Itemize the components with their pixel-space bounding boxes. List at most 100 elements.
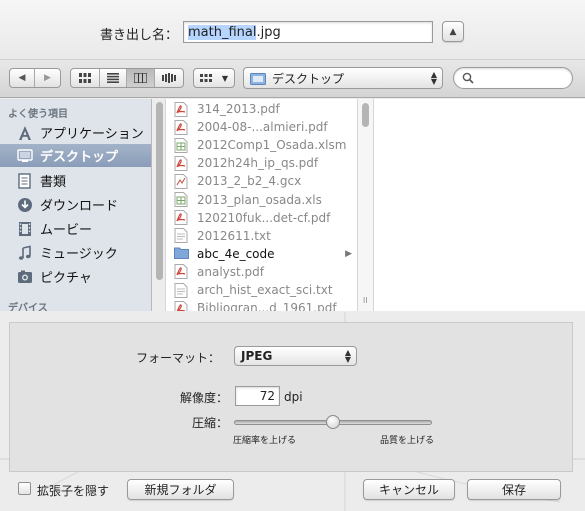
location-popup[interactable]: デスクトップ ▲ ▼ xyxy=(243,67,443,89)
back-arrow-icon: ◀ xyxy=(18,73,26,83)
txt-file-icon xyxy=(174,228,188,244)
back-forward-control: ◀ ▶ xyxy=(9,68,61,88)
sidebar-item-desktop[interactable]: デスクトップ xyxy=(0,144,151,167)
preview-column xyxy=(374,99,585,311)
view-mode-control xyxy=(70,68,184,88)
pdf-file-icon xyxy=(174,155,188,171)
pdf-file-icon xyxy=(174,101,188,117)
arrange-grid-icon xyxy=(200,73,212,82)
sidebar-item-music[interactable]: ミュージック xyxy=(0,241,151,264)
movies-icon xyxy=(16,221,34,237)
dropdown-triangle-icon: ▼ xyxy=(221,74,228,83)
resolution-unit: dpi xyxy=(284,390,303,404)
file-name: 314_2013.pdf xyxy=(197,102,280,116)
file-name: 2013_plan_osada.xls xyxy=(197,192,322,207)
search-field[interactable] xyxy=(453,67,573,89)
file-row[interactable]: 2012Comp1_Osada.xlsm xyxy=(166,136,357,154)
cancel-button[interactable]: キャンセル xyxy=(363,479,455,500)
coverflow-icon xyxy=(161,73,176,83)
file-column-scrollbar[interactable]: ll xyxy=(358,99,374,311)
forward-button[interactable]: ▶ xyxy=(35,69,60,87)
sidebar-item-movies[interactable]: ムービー xyxy=(0,217,151,240)
favorites-header: よく使う項目 xyxy=(8,109,68,120)
applications-icon xyxy=(16,125,34,141)
txt-file-icon xyxy=(174,282,188,298)
icon-grid-icon xyxy=(78,73,91,83)
resolution-field[interactable]: 72 xyxy=(235,386,280,406)
file-row[interactable]: 2013_2_b2_4.gcx xyxy=(166,172,357,190)
file-name: 2012Comp1_Osada.xlsm xyxy=(197,138,347,153)
column-view-button[interactable] xyxy=(127,69,155,87)
filename-field[interactable]: math_final.jpg xyxy=(183,21,433,43)
file-row[interactable]: Bibliogran...d_1961.pdf xyxy=(166,299,357,311)
file-row[interactable]: 314_2013.pdf xyxy=(166,100,357,118)
folder-row[interactable]: abc_4e_code ▶ xyxy=(166,245,357,263)
list-view-button[interactable] xyxy=(100,69,128,87)
coverflow-view-button[interactable] xyxy=(155,69,183,87)
pdf-file-icon xyxy=(174,119,188,135)
file-row[interactable]: 120210fuk...det-cf.pdf xyxy=(166,209,357,227)
sidebar-item-downloads[interactable]: ダウンロード xyxy=(0,193,151,216)
browser-toolbar: ◀ ▶ ▼ デスクトップ ▲ ▼ xyxy=(0,60,585,98)
file-row[interactable]: 2004-08-...almieri.pdf xyxy=(166,118,357,136)
file-row[interactable]: 2012h24h_ip_qs.pdf xyxy=(166,154,357,172)
updown-arrows-icon: ▲ ▼ xyxy=(430,70,437,86)
sidebar-item-label: 書類 xyxy=(40,175,67,190)
music-icon xyxy=(16,245,34,261)
resolution-label: 解像度： xyxy=(180,391,229,405)
disclosure-arrow-icon: ▶ xyxy=(345,248,352,259)
file-name: 2013_2_b2_4.gcx xyxy=(197,174,302,189)
sidebar-item-label: ピクチャ xyxy=(40,271,92,286)
search-icon xyxy=(462,72,474,84)
compression-slider[interactable] xyxy=(234,415,432,429)
sidebar-scrollbar[interactable] xyxy=(152,99,166,311)
pdf-file-icon xyxy=(174,300,188,311)
sidebar: よく使う項目 アプリケーション デスクトップ 書類 ダウンロード ムービー ミュ… xyxy=(0,99,152,311)
format-label: フォーマット： xyxy=(136,351,221,365)
desktop-icon xyxy=(16,148,34,164)
icon-view-button[interactable] xyxy=(71,69,100,87)
sidebar-item-applications[interactable]: アプリケーション xyxy=(0,121,151,144)
xls-file-icon xyxy=(174,192,188,207)
compression-max-label: 品質を上げる xyxy=(380,436,435,446)
documents-icon xyxy=(16,172,34,189)
sidebar-item-pictures[interactable]: ピクチャ xyxy=(0,265,151,288)
devices-header: デバイス xyxy=(8,303,48,311)
downloads-icon xyxy=(16,197,34,213)
file-row[interactable]: analyst.pdf xyxy=(166,263,357,281)
compression-slider-knob[interactable] xyxy=(326,415,340,429)
file-name: Bibliogran...d_1961.pdf xyxy=(197,301,337,311)
sidebar-item-label: ダウンロード xyxy=(40,199,119,214)
arrange-menu[interactable]: ▼ xyxy=(193,68,235,88)
format-options-panel: フォーマット： JPEG ▲ ▼ 解像度： 72 dpi 圧縮： 圧縮率を上げる … xyxy=(9,322,573,472)
file-row[interactable]: 2013_plan_osada.xls xyxy=(166,191,357,209)
pdf-file-icon xyxy=(174,264,188,280)
new-folder-button[interactable]: 新規フォルダ xyxy=(127,479,234,500)
format-popup[interactable]: JPEG ▲ ▼ xyxy=(234,346,357,366)
gcx-file-icon xyxy=(174,173,188,189)
file-scroll-thumb[interactable] xyxy=(362,103,369,127)
collapse-dialog-button[interactable]: ▲ xyxy=(442,21,464,42)
file-name: 2004-08-...almieri.pdf xyxy=(197,120,328,135)
sidebar-item-label: デスクトップ xyxy=(40,150,119,165)
sidebar-scroll-thumb[interactable] xyxy=(156,102,163,280)
file-row[interactable]: arch_hist_exact_sci.txt xyxy=(166,281,357,299)
back-button[interactable]: ◀ xyxy=(10,69,36,87)
column-resize-handle[interactable]: ll xyxy=(363,296,367,305)
triangle-up-icon: ▲ xyxy=(449,26,457,37)
save-button[interactable]: 保存 xyxy=(467,479,561,500)
hide-extension-checkbox[interactable] xyxy=(18,482,31,495)
sidebar-item-label: アプリケーション xyxy=(40,127,144,142)
file-name: 2012611.txt xyxy=(197,228,271,243)
list-lines-icon xyxy=(106,73,119,83)
pictures-icon xyxy=(16,269,34,285)
columns-icon xyxy=(133,73,147,83)
save-dialog: 書き出し名： math_final.jpg ▲ ◀ ▶ ▼ デスクトップ ▲ ▼… xyxy=(0,0,585,511)
file-column: 314_2013.pdf 2004-08-...almieri.pdf 2012Co… xyxy=(166,99,358,311)
filename-selected-text: math_final xyxy=(188,25,257,40)
pdf-file-icon xyxy=(174,210,188,226)
hide-extension-label: 拡張子を隠す xyxy=(37,484,110,498)
forward-arrow-icon: ▶ xyxy=(44,73,51,83)
sidebar-item-documents[interactable]: 書類 xyxy=(0,169,151,192)
file-row[interactable]: 2012611.txt xyxy=(166,227,357,245)
